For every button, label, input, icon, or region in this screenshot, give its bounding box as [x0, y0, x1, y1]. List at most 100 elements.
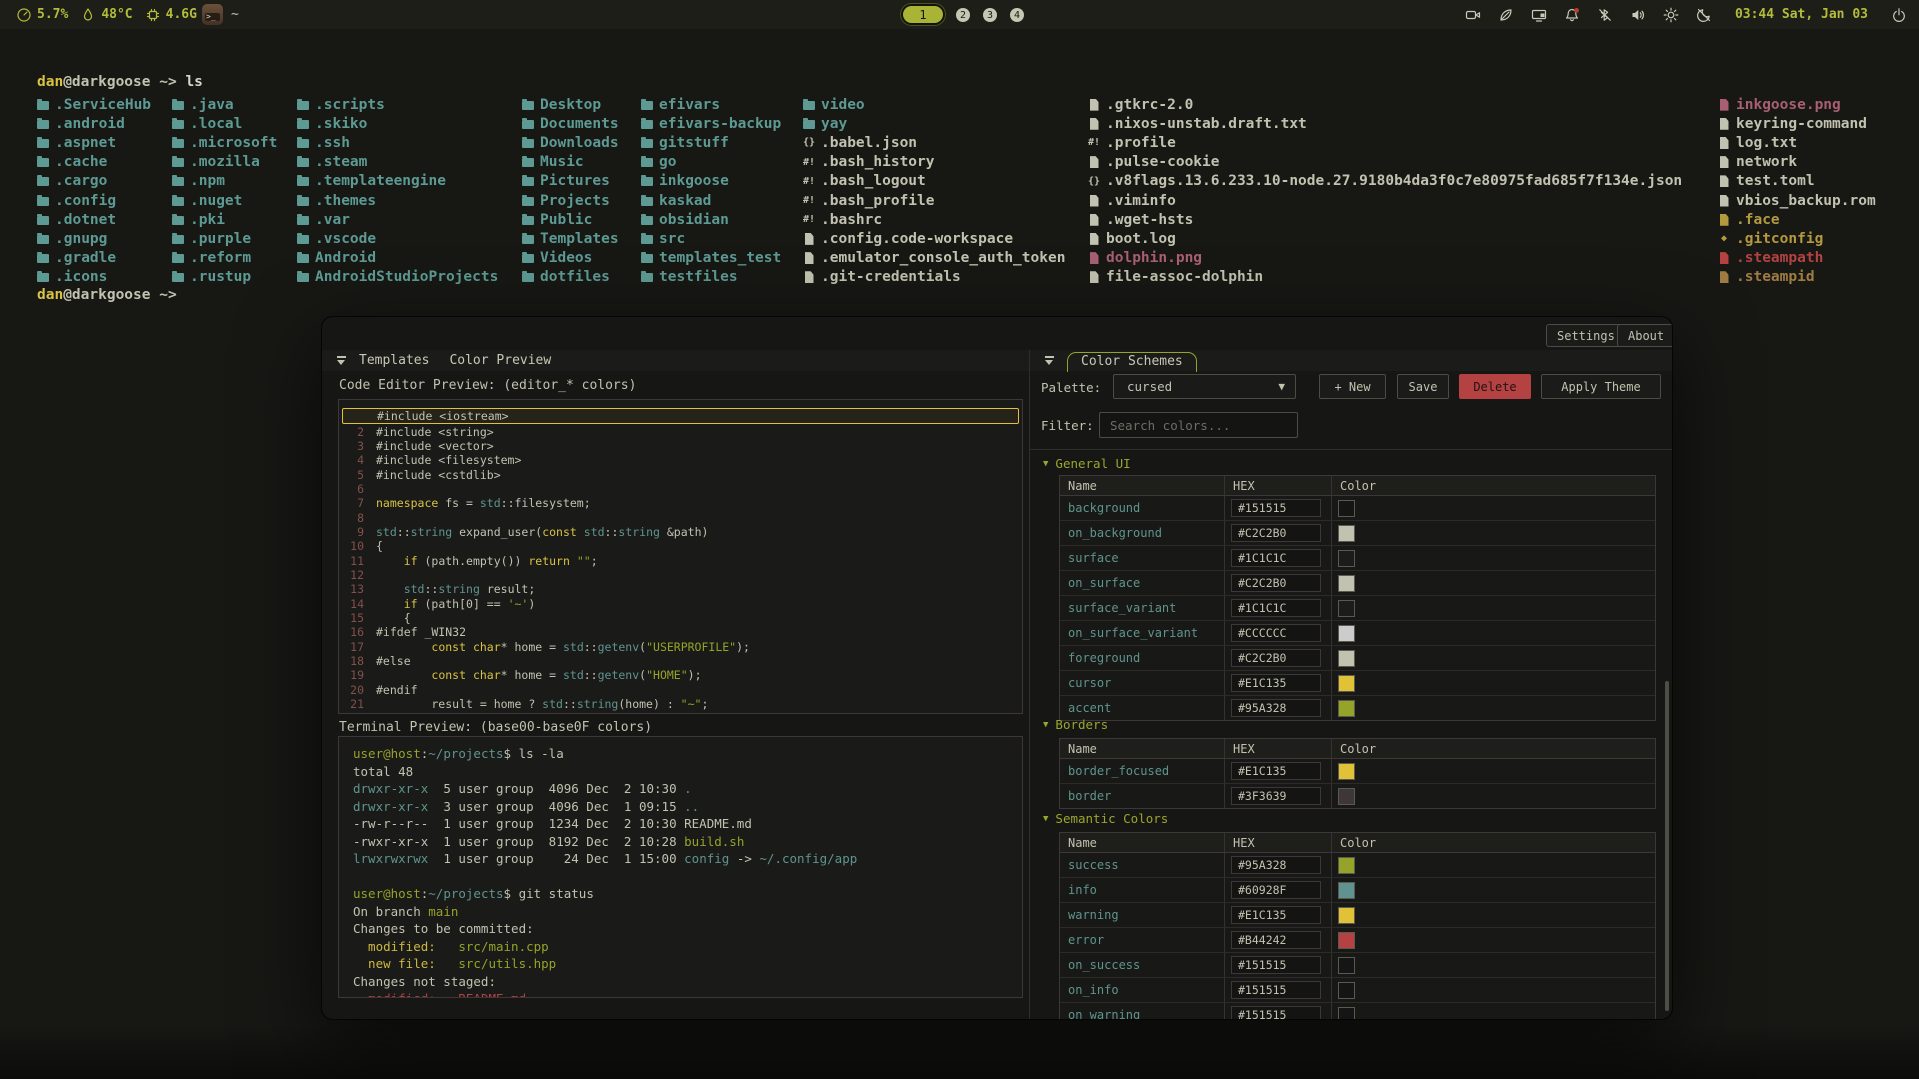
- night-light-icon[interactable]: [1696, 7, 1712, 23]
- settings-button[interactable]: Settings: [1546, 324, 1626, 347]
- workspace-4[interactable]: 4: [1010, 8, 1024, 22]
- hex-value-input[interactable]: #3F3639: [1231, 787, 1321, 805]
- code-token: "USERPROFILE": [646, 640, 736, 654]
- brightness-icon[interactable]: [1663, 7, 1679, 23]
- line-number: 3: [342, 439, 364, 453]
- tab-color-schemes[interactable]: Color Schemes: [1067, 352, 1197, 372]
- color-swatch[interactable]: [1338, 932, 1355, 949]
- apply-theme-button[interactable]: Apply Theme: [1541, 374, 1661, 399]
- file-entry-name: .steampath: [1736, 250, 1823, 266]
- color-swatch[interactable]: [1338, 957, 1355, 974]
- taskbar-app-title[interactable]: ~: [231, 7, 239, 22]
- color-swatch[interactable]: [1338, 700, 1355, 717]
- volume-icon[interactable]: [1630, 7, 1646, 23]
- new-palette-button[interactable]: + New: [1319, 374, 1386, 399]
- code-token: if: [404, 597, 418, 611]
- color-swatch[interactable]: [1338, 500, 1355, 517]
- color-name: on_info: [1060, 978, 1225, 1002]
- hex-value-input[interactable]: #B44242: [1231, 931, 1321, 949]
- color-swatch[interactable]: [1338, 857, 1355, 874]
- hex-value-input[interactable]: #95A328: [1231, 699, 1321, 717]
- hex-value-input[interactable]: #1C1C1C: [1231, 599, 1321, 617]
- folder-icon: [641, 177, 653, 186]
- collapse-icon[interactable]: [1044, 356, 1055, 365]
- color-swatch[interactable]: [1338, 882, 1355, 899]
- save-palette-button[interactable]: Save: [1397, 374, 1449, 399]
- screen-lock-icon[interactable]: [1531, 7, 1547, 23]
- hex-value-input[interactable]: #E1C135: [1231, 762, 1321, 780]
- folder-icon: [522, 139, 534, 148]
- workspace-2[interactable]: 2: [956, 8, 970, 22]
- code-token: result;: [480, 582, 535, 596]
- color-cell: [1332, 903, 1655, 927]
- line-number: 6: [342, 482, 364, 496]
- file-entry-name: .nixos-unstab.draft.txt: [1106, 116, 1307, 132]
- hex-value-input[interactable]: #E1C135: [1231, 906, 1321, 924]
- hex-value-input[interactable]: #151515: [1231, 1006, 1321, 1020]
- notifications-icon[interactable]: [1564, 7, 1580, 23]
- file-entry: Downloads: [522, 133, 619, 152]
- hex-value-input[interactable]: #C2C2B0: [1231, 524, 1321, 542]
- hex-value-input[interactable]: #C2C2B0: [1231, 649, 1321, 667]
- color-swatch[interactable]: [1338, 625, 1355, 642]
- file-entry: .templateengine: [297, 172, 498, 191]
- palette-select[interactable]: cursed ▼: [1113, 374, 1296, 399]
- line-number: 16: [342, 625, 364, 639]
- workspace-3[interactable]: 3: [983, 8, 997, 22]
- scrollbar-thumb[interactable]: [1665, 681, 1669, 1011]
- tab-color-preview[interactable]: Color Preview: [449, 353, 551, 368]
- file-entry: .cargo: [37, 172, 151, 191]
- file-entry-name: Projects: [540, 193, 610, 209]
- delete-palette-button[interactable]: Delete: [1459, 374, 1531, 399]
- color-name: surface_variant: [1060, 596, 1225, 620]
- section-heading-semantic[interactable]: ▼Semantic Colors: [1043, 811, 1168, 826]
- section-heading-borders[interactable]: ▼Borders: [1043, 717, 1108, 732]
- hex-value-input[interactable]: #95A328: [1231, 856, 1321, 874]
- color-swatch[interactable]: [1338, 675, 1355, 692]
- file-entry: .dotnet: [37, 210, 151, 229]
- line-number: 10: [342, 539, 364, 553]
- hex-value-input[interactable]: #C2C2B0: [1231, 574, 1321, 592]
- hex-value-input[interactable]: #60928F: [1231, 881, 1321, 899]
- bluetooth-off-icon[interactable]: [1597, 7, 1613, 23]
- folder-icon: [172, 139, 184, 148]
- color-cell: [1332, 1003, 1655, 1020]
- color-swatch[interactable]: [1338, 600, 1355, 617]
- clock: 03:44 Sat, Jan 03: [1735, 7, 1868, 22]
- hex-value-input[interactable]: #E1C135: [1231, 674, 1321, 692]
- file-entry: efivars-backup: [641, 114, 781, 133]
- color-table-general_ui: NameHEXColorbackground#151515on_backgrou…: [1059, 475, 1656, 721]
- color-swatch[interactable]: [1338, 550, 1355, 567]
- color-swatch[interactable]: [1338, 907, 1355, 924]
- color-swatch[interactable]: [1338, 982, 1355, 999]
- hex-cell: #151515: [1225, 496, 1332, 520]
- workspace-1-active[interactable]: 1: [903, 6, 943, 23]
- feather-icon[interactable]: [1498, 7, 1514, 23]
- color-swatch[interactable]: [1338, 763, 1355, 780]
- search-colors-input[interactable]: [1099, 412, 1298, 438]
- color-swatch[interactable]: [1338, 525, 1355, 542]
- code-token: string: [577, 697, 619, 711]
- color-swatch[interactable]: [1338, 1007, 1355, 1021]
- file-entry-name: .emulator_console_auth_token: [821, 250, 1065, 266]
- color-swatch[interactable]: [1338, 788, 1355, 805]
- color-swatch[interactable]: [1338, 650, 1355, 667]
- folder-icon: [37, 273, 49, 282]
- hex-value-input[interactable]: #151515: [1231, 981, 1321, 999]
- hex-value-input[interactable]: #151515: [1231, 956, 1321, 974]
- folder-icon: [172, 254, 184, 263]
- line-number: 15: [342, 611, 364, 625]
- color-swatch[interactable]: [1338, 575, 1355, 592]
- file-entry-name: .local: [190, 116, 242, 132]
- terminal-app-icon[interactable]: [202, 4, 223, 25]
- about-button[interactable]: About: [1617, 324, 1673, 347]
- terminal-token: new file:: [353, 956, 436, 971]
- hex-value-input[interactable]: #1C1C1C: [1231, 549, 1321, 567]
- hex-value-input[interactable]: #151515: [1231, 499, 1321, 517]
- collapse-icon[interactable]: [336, 356, 347, 365]
- screencast-icon[interactable]: [1465, 7, 1481, 23]
- power-icon[interactable]: [1891, 7, 1907, 23]
- hex-value-input[interactable]: #CCCCCC: [1231, 624, 1321, 642]
- tab-templates[interactable]: Templates: [359, 353, 429, 368]
- section-heading-general_ui[interactable]: ▼General UI: [1043, 456, 1131, 471]
